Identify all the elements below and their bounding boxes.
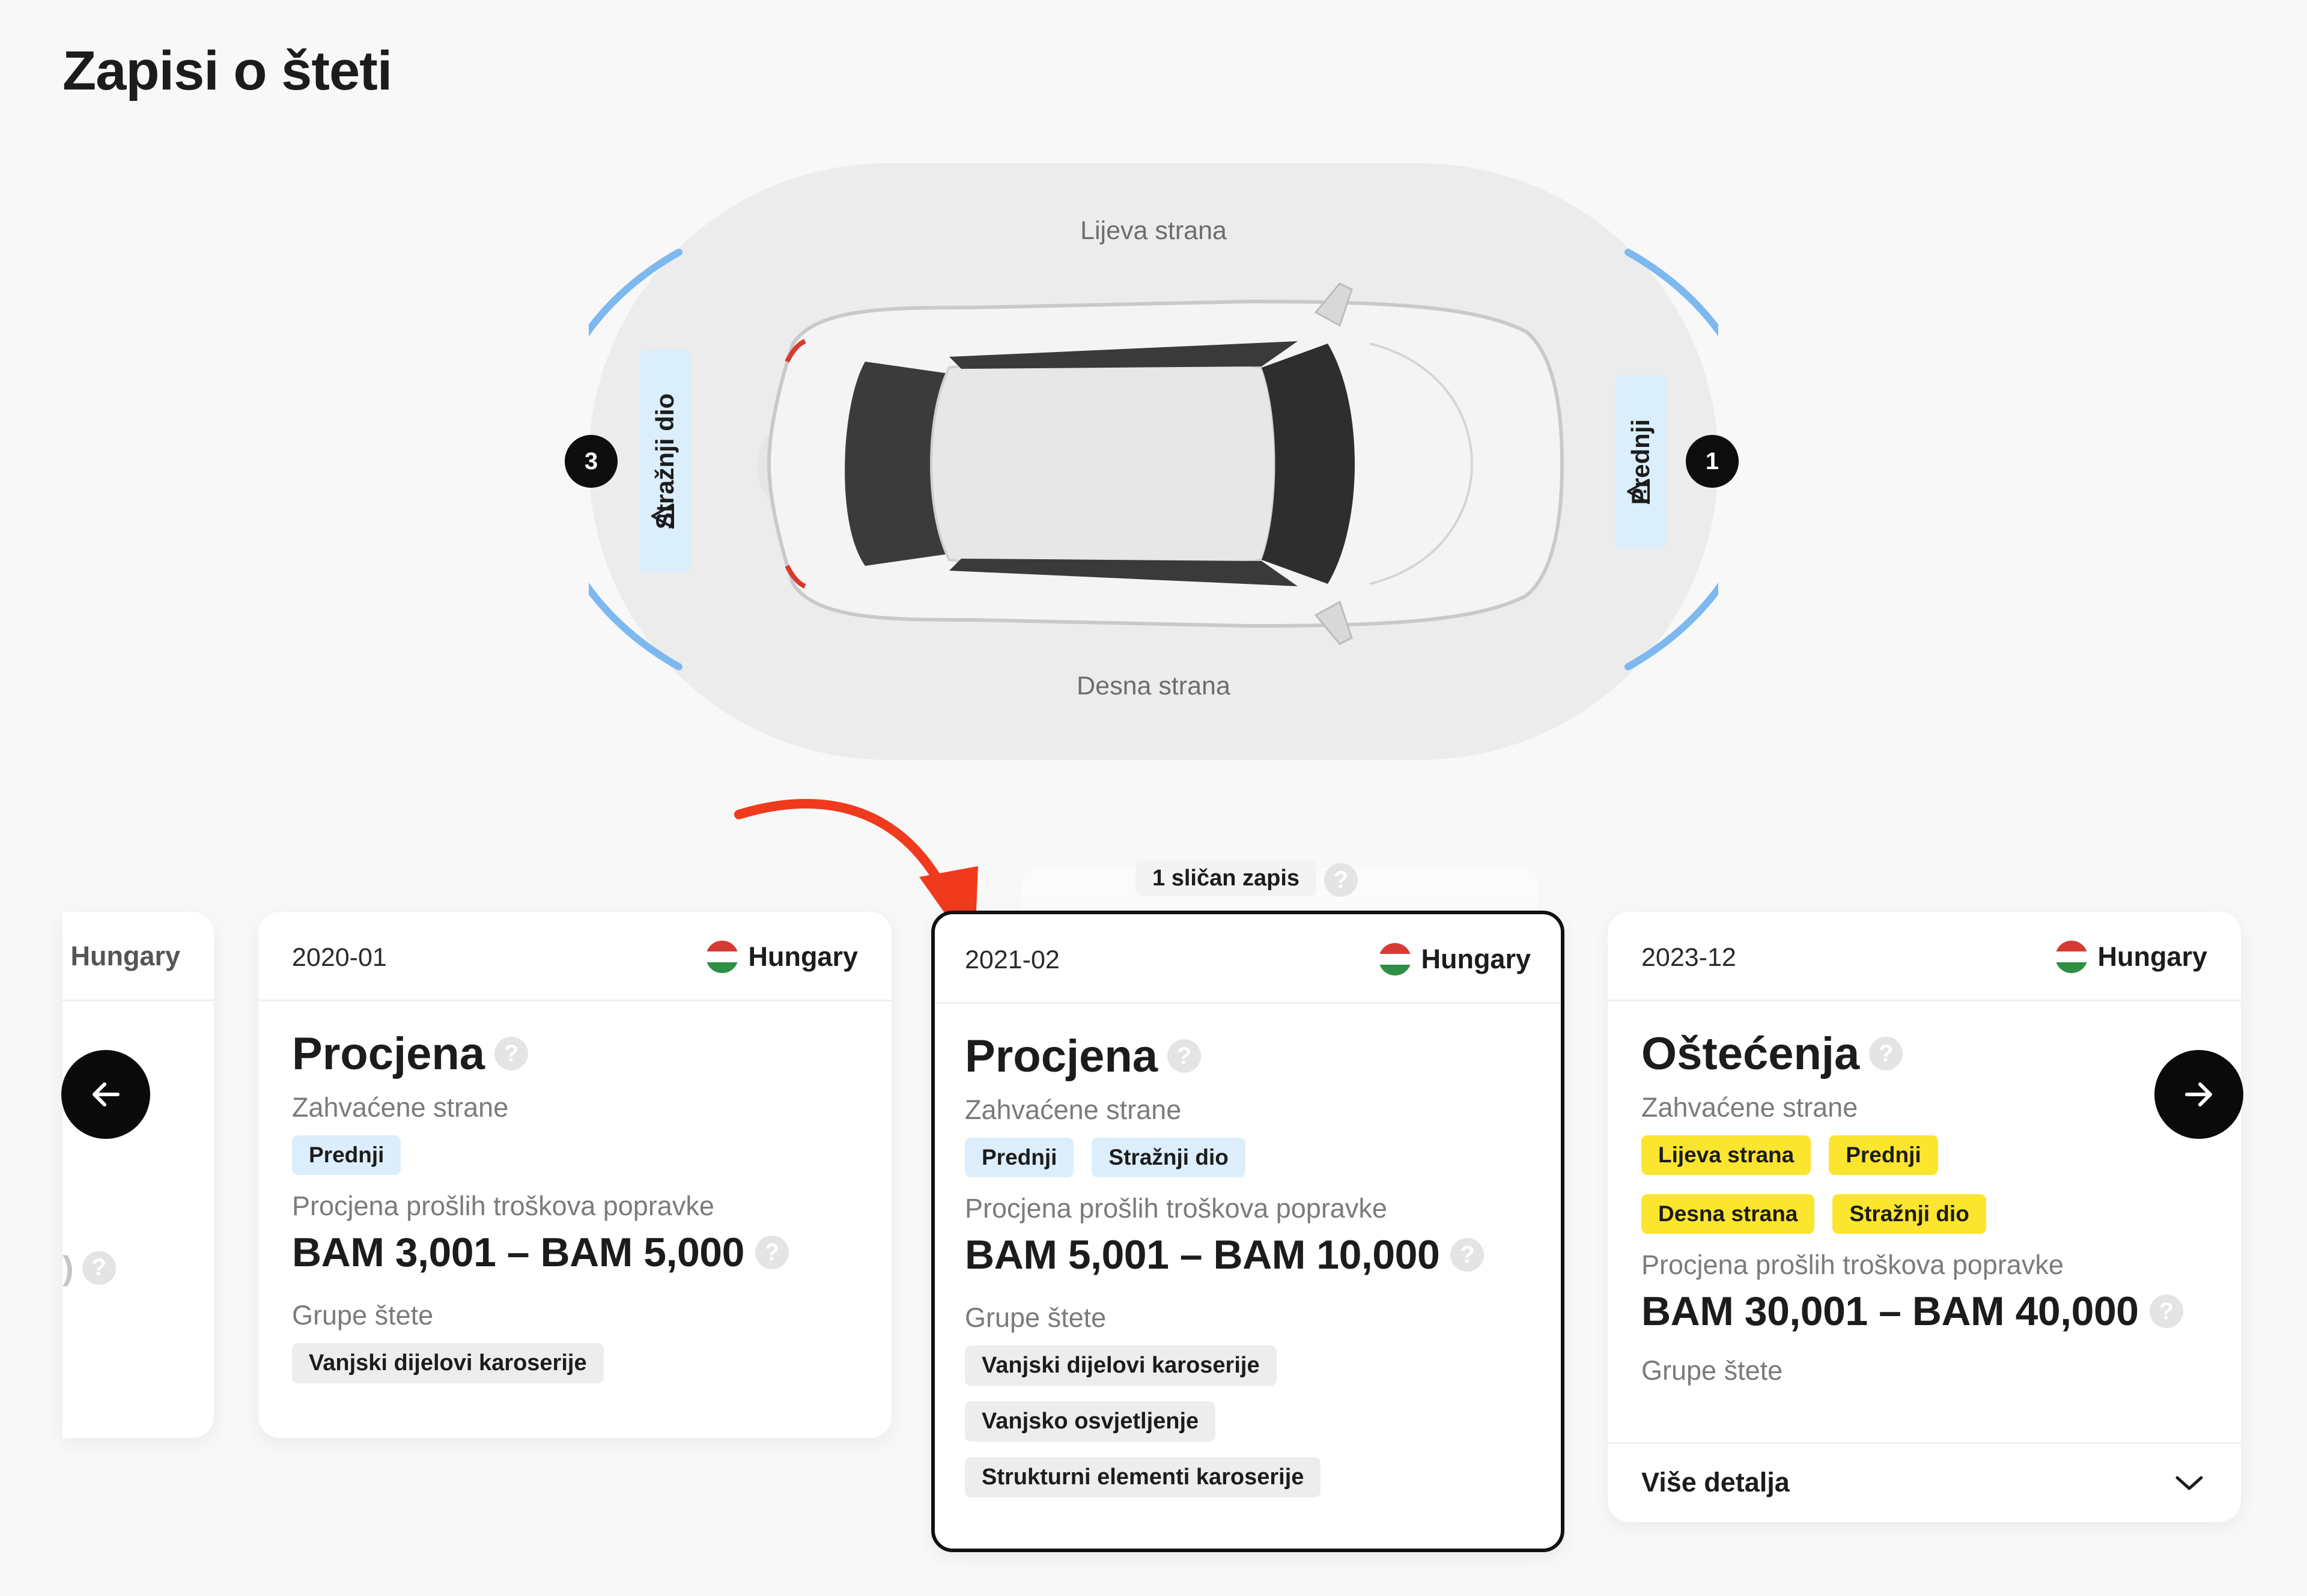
vehicle-damage-diagram: Lijeva strana Desna strana Stražnji dio … xyxy=(565,163,1739,760)
rear-zone-count-badge: 3 xyxy=(565,435,618,488)
carousel-prev-button[interactable] xyxy=(61,1050,150,1139)
record-date: 2021-02 xyxy=(965,945,1060,974)
price-range: BAM 3,001 – BAM 5,000 xyxy=(292,1230,744,1275)
right-side-label: Desna strana xyxy=(1077,672,1230,700)
side-chip: Stražnji dio xyxy=(1092,1138,1245,1177)
record-type-label: Oštećenja xyxy=(1641,1028,1860,1079)
side-chip: Prednji xyxy=(1829,1135,1938,1175)
record-country: Hungary xyxy=(70,941,180,971)
flag-hungary-icon xyxy=(706,941,739,973)
side-chip: Stražnji dio xyxy=(1832,1194,1986,1234)
help-icon[interactable]: ? xyxy=(1450,1238,1485,1272)
side-chip: Prednji xyxy=(965,1138,1074,1177)
repair-estimate-value: BAM 3,001 – BAM 5,000 ? xyxy=(292,1229,868,1276)
record-date: 2020-01 xyxy=(292,943,387,972)
affected-sides-label: Zahvaćene strane xyxy=(1641,1092,1858,1123)
record-type: Oštećenja ? xyxy=(1641,1024,2217,1084)
price-tail-text: ) xyxy=(62,1249,74,1287)
diagram-background xyxy=(589,163,1718,760)
repair-estimate-value: BAM 5,001 – BAM 10,000 ? xyxy=(965,1231,1537,1278)
record-card-partial[interactable]: Hungary ) ? xyxy=(62,912,214,1438)
repair-estimate-label: Procjena prošlih troškova popravke xyxy=(1641,1249,2064,1280)
arrow-left-icon xyxy=(93,1082,120,1106)
record-country-label: Hungary xyxy=(1421,944,1531,974)
damage-groups-label: Grupe štete xyxy=(965,1302,1107,1333)
repair-estimate-label: Procjena prošlih troškova popravke xyxy=(292,1191,714,1221)
record-card-2020-01[interactable]: 2020-01 Hungary Procjena ? Zahvaćene str… xyxy=(258,912,892,1438)
damage-groups-chips: Vanjski dijelovi karoserije xyxy=(292,1343,868,1383)
side-chip: Prednji xyxy=(292,1135,401,1175)
affected-sides-label: Zahvaćene strane xyxy=(292,1092,509,1123)
record-type: Procjena ? xyxy=(965,1026,1537,1086)
warning-icon xyxy=(651,503,674,529)
record-card-2023-12[interactable]: 2023-12 Hungary Oštećenja ? Zahvaćene st… xyxy=(1608,912,2241,1522)
rear-zone-marker[interactable]: Stražnji dio xyxy=(639,350,691,573)
repair-estimate-label: Procjena prošlih troškova popravke xyxy=(965,1193,1387,1224)
front-zone-marker[interactable]: Prednji xyxy=(1615,375,1667,549)
affected-sides-chips: Prednji Stražnji dio xyxy=(965,1138,1537,1177)
damage-groups-label: Grupe štete xyxy=(292,1300,434,1331)
help-icon[interactable]: ? xyxy=(82,1251,116,1285)
record-card-2021-02[interactable]: 2021-02 Hungary Procjena ? Zahvaćene str… xyxy=(931,911,1564,1552)
affected-sides-chips: Prednji xyxy=(292,1135,868,1175)
more-details-toggle[interactable]: Više detalja xyxy=(1608,1442,2241,1522)
affected-sides-chips: Lijeva strana Prednji Desna strana Straž… xyxy=(1641,1135,2217,1234)
damage-group-chip: Strukturni elementi karoserije xyxy=(965,1457,1321,1497)
chevron-down-icon xyxy=(2175,1476,2203,1490)
side-chip: Desna strana xyxy=(1641,1194,1815,1234)
damage-groups-label: Grupe štete xyxy=(1641,1355,1783,1386)
record-country: Hungary xyxy=(2055,941,2207,973)
car-top-view-icon xyxy=(757,282,1564,645)
record-type-label: Procjena xyxy=(965,1030,1158,1082)
flag-hungary-icon xyxy=(1379,943,1412,976)
record-type: Procjena ? xyxy=(292,1024,868,1084)
price-range: BAM 30,001 – BAM 40,000 xyxy=(1641,1288,2139,1334)
damage-groups-chips: Vanjski dijelovi karoserije Vanjsko osvj… xyxy=(965,1346,1537,1497)
damage-group-chip: Vanjski dijelovi karoserije xyxy=(292,1343,604,1383)
damage-group-chip: Vanjski dijelovi karoserije xyxy=(965,1346,1277,1386)
record-country-label: Hungary xyxy=(748,941,858,972)
carousel-next-button[interactable] xyxy=(2154,1050,2243,1139)
left-side-label: Lijeva strana xyxy=(1080,216,1227,245)
record-date: 2023-12 xyxy=(1641,943,1736,972)
warning-icon xyxy=(1627,479,1650,505)
price-range: BAM 5,001 – BAM 10,000 xyxy=(965,1232,1440,1278)
damage-group-chip: Vanjsko osvjetljenje xyxy=(965,1401,1216,1442)
help-icon[interactable]: ? xyxy=(755,1236,789,1269)
affected-sides-label: Zahvaćene strane xyxy=(965,1094,1182,1125)
record-price-partial: ) ? xyxy=(62,1248,116,1287)
similar-records-tag[interactable]: 1 sličan zapis xyxy=(1135,861,1317,896)
record-type-label: Procjena xyxy=(292,1028,485,1079)
page-title: Zapisi o šteti xyxy=(62,40,392,102)
help-icon[interactable]: ? xyxy=(1167,1039,1202,1073)
help-icon[interactable]: ? xyxy=(494,1037,529,1070)
record-country: Hungary xyxy=(706,941,858,973)
flag-hungary-icon xyxy=(2055,941,2088,973)
side-chip: Lijeva strana xyxy=(1641,1135,1811,1175)
help-icon[interactable]: ? xyxy=(1869,1037,1903,1070)
record-country: Hungary xyxy=(1379,943,1531,976)
arrow-right-icon xyxy=(2185,1082,2212,1106)
help-icon[interactable]: ? xyxy=(2149,1294,2183,1328)
more-details-label: Više detalja xyxy=(1641,1467,1790,1497)
help-icon[interactable]: ? xyxy=(1324,863,1358,897)
record-country-label: Hungary xyxy=(2097,941,2207,972)
front-zone-count-badge: 1 xyxy=(1686,435,1739,488)
repair-estimate-value: BAM 30,001 – BAM 40,000 ? xyxy=(1641,1288,2217,1335)
